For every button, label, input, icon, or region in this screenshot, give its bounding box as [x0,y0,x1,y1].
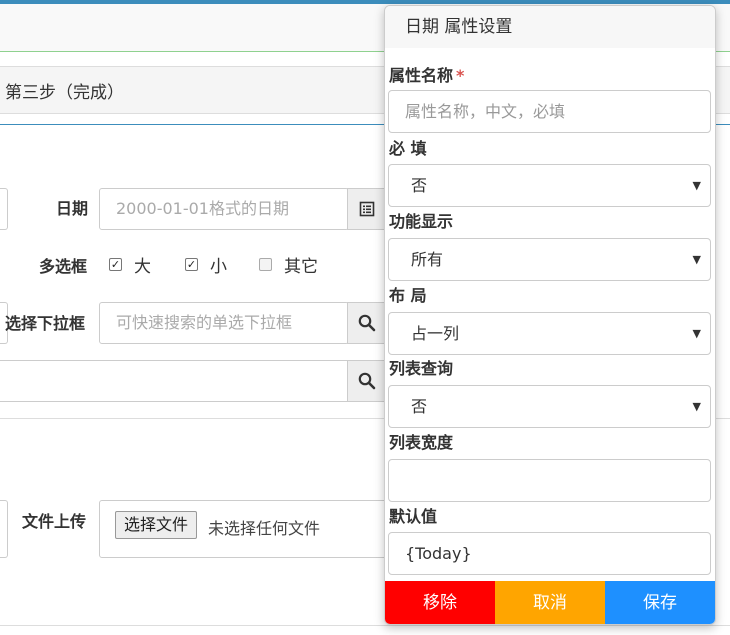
left-field-edge[interactable] [0,188,8,230]
required-label: 必 填 [389,139,427,158]
required-select[interactable]: 否 ▼ [388,164,711,207]
name-input[interactable]: 属性名称，中文，必填 [388,90,711,133]
caret-down-icon: ▼ [692,327,701,340]
step-text[interactable]: 第三步（完成） [5,78,124,103]
panel-title: 日期 属性设置 [385,6,715,48]
list-width-label: 列表宽度 [389,433,454,452]
checkbox-option-label: 小 [210,257,227,277]
display-select-value: 所有 [411,250,444,269]
caret-down-icon: ▼ [692,179,701,192]
list-query-select[interactable]: 否 ▼ [388,385,711,428]
caret-down-icon: ▼ [692,400,701,413]
default-value-label: 默认值 [389,507,438,526]
name-label: 属性名称 * [389,62,464,86]
calendar-button[interactable] [347,188,387,230]
panel-button-bar: 移除 取消 保存 [385,581,715,624]
required-select-value: 否 [411,176,428,195]
property-settings-panel: 日期 属性设置 属性名称 * 属性名称，中文，必填 必 填 否 ▼ 功能显示 所有 ▼… [384,5,716,625]
list-width-input[interactable] [388,459,711,502]
select-search-button[interactable] [347,302,387,344]
wide-search-button[interactable] [347,360,387,402]
checkbox-label: 多选框 [39,257,88,276]
required-mark: * [456,66,465,85]
checkbox-unchecked-icon [259,258,272,271]
checkbox-option-label: 大 [134,257,151,277]
select-input[interactable]: 可快速搜索的单选下拉框 [99,302,349,344]
wide-input[interactable] [0,360,350,402]
divider [0,625,730,626]
checkbox-option-label: 其它 [284,257,318,277]
cancel-button[interactable]: 取消 [495,581,605,624]
default-value-input[interactable]: {Today} [388,532,711,575]
display-label: 功能显示 [389,212,454,231]
choose-file-button[interactable]: 选择文件 [115,511,198,539]
date-input[interactable]: 2000-01-01格式的日期 [99,188,349,230]
list-query-label: 列表查询 [389,359,454,378]
checkbox-checked-icon: ✓ [185,258,198,271]
checkbox-big[interactable]: ✓ 大 [109,252,151,277]
checkbox-other[interactable]: 其它 [259,252,318,277]
display-select[interactable]: 所有 ▼ [388,238,711,281]
file-status: 未选择任何文件 [208,519,321,538]
select-label: 选择下拉框 [5,314,86,333]
checkbox-small[interactable]: ✓ 小 [185,252,227,277]
layout-label: 布 局 [389,286,427,305]
remove-button[interactable]: 移除 [385,581,495,624]
left-field-edge[interactable] [0,500,8,558]
save-button[interactable]: 保存 [605,581,715,624]
date-label: 日期 [56,199,89,218]
checkbox-checked-icon: ✓ [109,258,122,271]
search-icon [358,314,376,332]
layout-select-value: 占一列 [411,324,460,343]
name-label-text: 属性名称 [389,66,454,85]
calendar-icon [359,201,375,217]
search-icon [358,372,376,390]
file-label: 文件上传 [22,512,87,531]
layout-select[interactable]: 占一列 ▼ [388,312,711,355]
list-query-select-value: 否 [411,397,428,416]
caret-down-icon: ▼ [692,253,701,266]
